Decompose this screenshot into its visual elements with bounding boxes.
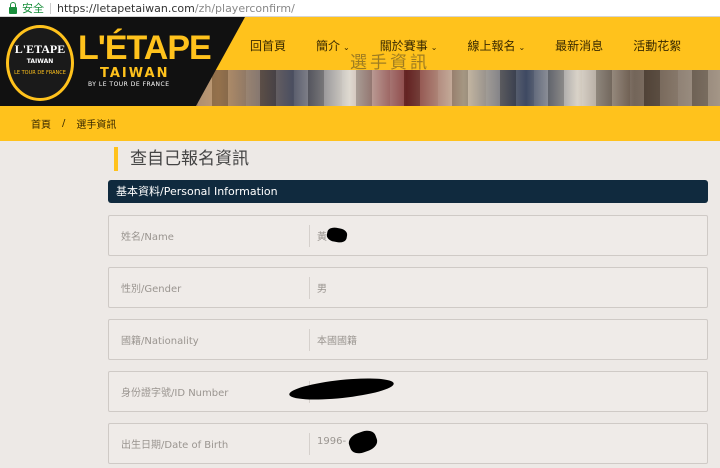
badge-title: L'ETAPE [14,42,66,56]
header-banner-photo [150,70,720,106]
breadcrumb-current: 選手資訊 [76,120,117,131]
nav-label: 關於賽事 [379,39,428,53]
field-value: 黃 [317,232,327,243]
url-text[interactable]: https://letapetaiwan.com/zh/playerconfir… [57,2,295,15]
url-host: https://letapetaiwan.com [57,1,195,15]
nav-label: 回首頁 [250,39,287,53]
field-label: 出生日期/Date of Birth [121,440,229,451]
address-divider [50,2,51,14]
brand-wordmark[interactable]: L'ÉTAPE [78,29,212,68]
field-label: 身份證字號/ID Number [121,388,229,399]
field-label: 國籍/Nationality [121,336,199,347]
nav-item-intro[interactable]: 簡介 ⌄ [316,37,350,57]
nav-label: 線上報名 [467,39,516,53]
field-gender: 性別/Gender 男 [108,267,708,308]
nav-label: 活動花絮 [633,39,682,53]
field-nationality: 國籍/Nationality 本國國籍 [108,319,708,360]
nav-item-about-race[interactable]: 關於賽事 ⌄ [380,37,438,57]
field-name: 姓名/Name 黃 [108,215,708,256]
nav-item-registration[interactable]: 線上報名 ⌄ [467,37,525,57]
nav-label: 最新消息 [555,39,604,53]
redaction-mark [325,226,349,244]
nav-label: 簡介 [316,39,341,53]
breadcrumb: 首頁 / 選手資訊 [0,106,720,141]
chevron-down-icon: ⌄ [343,43,350,52]
field-value: 1996- [317,436,347,447]
address-bar[interactable]: 安全 https://letapetaiwan.com/zh/playercon… [0,0,720,17]
brand-tagline: BY LE TOUR DE FRANCE [88,81,170,88]
redaction-mark [346,427,380,457]
field-id-number: 身份證字號/ID Number [108,371,708,412]
page-title: 查自己報名資訊 [114,147,249,171]
badge-small-text: LE TOUR DE FRANCE [14,70,66,76]
breadcrumb-home[interactable]: 首頁 [31,116,51,131]
nav-item-home[interactable]: 回首頁 [250,37,286,57]
logo-badge[interactable]: L'ETAPE TAIWAN LE TOUR DE FRANCE [6,25,74,101]
url-path: /zh/playerconfirm/ [194,1,295,15]
nav-item-gallery[interactable]: 活動花絮 [633,37,681,57]
nav-item-news[interactable]: 最新消息 [555,37,603,57]
main-nav: 回首頁 簡介 ⌄ 關於賽事 ⌄ 線上報名 ⌄ 最新消息 活動花絮 [250,37,711,57]
field-date-of-birth: 出生日期/Date of Birth 1996- [108,423,708,464]
field-value: 本國國籍 [317,336,357,347]
breadcrumb-separator: / [62,118,66,129]
badge-subtitle: TAIWAN [26,58,54,65]
redaction-mark [288,374,395,404]
brand-subtitle: TAIWAN [100,66,170,81]
site-header: 選手資訊 L'ETAPE TAIWAN LE TOUR DE FRANCE L'… [0,17,720,106]
field-divider [309,277,310,299]
lock-icon [9,1,17,14]
field-label: 姓名/Name [121,232,174,243]
field-divider [309,225,310,247]
field-value: 男 [317,284,327,295]
secure-label: 安全 [22,2,44,15]
field-divider [309,329,310,351]
chevron-down-icon: ⌄ [430,43,438,52]
field-label: 性別/Gender [121,284,182,295]
chevron-down-icon: ⌄ [518,43,526,52]
field-divider [309,433,310,455]
section-header-personal-info: 基本資料/Personal Information [108,180,708,203]
